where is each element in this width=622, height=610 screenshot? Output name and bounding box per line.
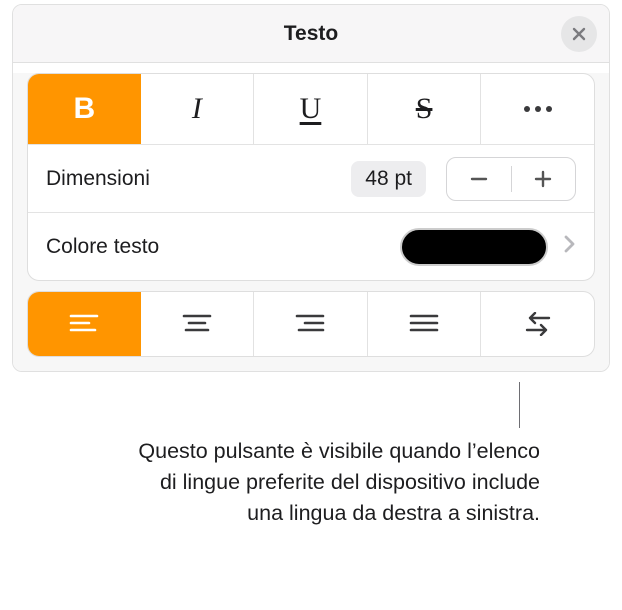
minus-icon (469, 169, 489, 189)
panel-title: Testo (284, 22, 338, 46)
strikethrough-button[interactable]: S (368, 74, 482, 144)
underline-icon: U (300, 92, 322, 126)
strikethrough-icon: S (416, 92, 433, 126)
color-label: Colore testo (46, 235, 400, 259)
align-right-icon (295, 313, 325, 335)
callout-text: Questo pulsante è visibile quando l’elen… (120, 436, 540, 530)
align-right-button[interactable] (254, 292, 368, 356)
callout-leader-line (519, 382, 520, 428)
plus-icon (533, 169, 553, 189)
more-styles-button[interactable] (481, 74, 594, 144)
color-swatch[interactable] (400, 228, 548, 266)
text-style-segmented: B I U S (28, 74, 594, 144)
font-size-row: Dimensioni 48 pt (28, 144, 594, 212)
italic-icon: I (192, 92, 202, 126)
align-justify-button[interactable] (368, 292, 482, 356)
close-icon (571, 26, 587, 42)
size-decrease-button[interactable] (447, 158, 511, 200)
text-direction-icon (522, 312, 554, 336)
bold-icon: B (73, 92, 95, 126)
size-stepper (446, 157, 576, 201)
chevron-right-icon (562, 234, 576, 260)
size-increase-button[interactable] (512, 158, 576, 200)
text-color-row[interactable]: Colore testo (28, 212, 594, 280)
panel-header: Testo (13, 5, 609, 63)
alignment-segmented (28, 292, 594, 356)
align-justify-icon (409, 313, 439, 335)
size-label: Dimensioni (46, 167, 351, 191)
align-center-button[interactable] (141, 292, 255, 356)
align-center-icon (182, 313, 212, 335)
italic-button[interactable]: I (141, 74, 255, 144)
underline-button[interactable]: U (254, 74, 368, 144)
align-left-button[interactable] (28, 292, 141, 356)
bold-button[interactable]: B (28, 74, 141, 144)
close-button[interactable] (561, 16, 597, 52)
size-value[interactable]: 48 pt (351, 161, 426, 197)
align-left-icon (69, 313, 99, 335)
more-icon (522, 105, 554, 113)
text-direction-button[interactable] (481, 292, 594, 356)
